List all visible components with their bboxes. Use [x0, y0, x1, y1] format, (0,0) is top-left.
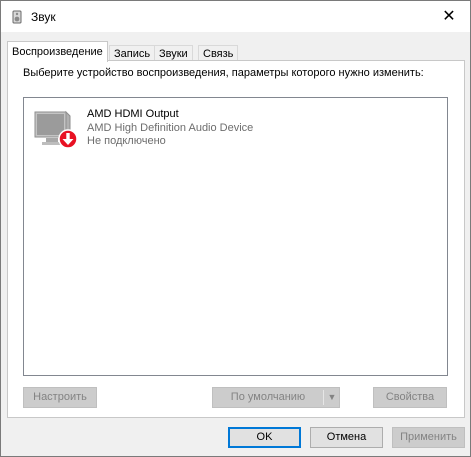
configure-button[interactable]: Настроить: [23, 387, 97, 408]
cancel-button[interactable]: Отмена: [310, 427, 383, 448]
speaker-icon: [12, 10, 22, 24]
title-bar: Звук ✕: [1, 1, 470, 32]
instruction-text: Выберите устройство воспроизведения, пар…: [23, 67, 424, 79]
set-default-label: По умолчанию: [230, 391, 306, 403]
close-button[interactable]: ✕: [436, 5, 462, 29]
apply-button[interactable]: Применить: [392, 427, 465, 448]
sound-dialog: Звук ✕ Воспроизведение Запись Звуки Связ…: [0, 0, 471, 457]
close-icon: ✕: [442, 8, 456, 25]
disconnected-badge-icon: [58, 129, 78, 149]
chevron-down-icon[interactable]: ▼: [324, 388, 340, 407]
set-default-button[interactable]: По умолчанию ▼: [212, 387, 340, 408]
ok-button[interactable]: OK: [228, 427, 301, 448]
tab-playback[interactable]: Воспроизведение: [7, 41, 108, 62]
properties-button[interactable]: Свойства: [373, 387, 447, 408]
list-item[interactable]: AMD HDMI Output AMD High Definition Audi…: [24, 98, 447, 158]
playback-panel: Выберите устройство воспроизведения, пар…: [7, 60, 465, 418]
device-status: Не подключено: [87, 135, 166, 147]
device-description: AMD High Definition Audio Device: [87, 122, 254, 134]
window-title: Звук: [31, 10, 56, 24]
device-name: AMD HDMI Output: [87, 108, 179, 120]
device-list[interactable]: AMD HDMI Output AMD High Definition Audi…: [23, 97, 448, 376]
